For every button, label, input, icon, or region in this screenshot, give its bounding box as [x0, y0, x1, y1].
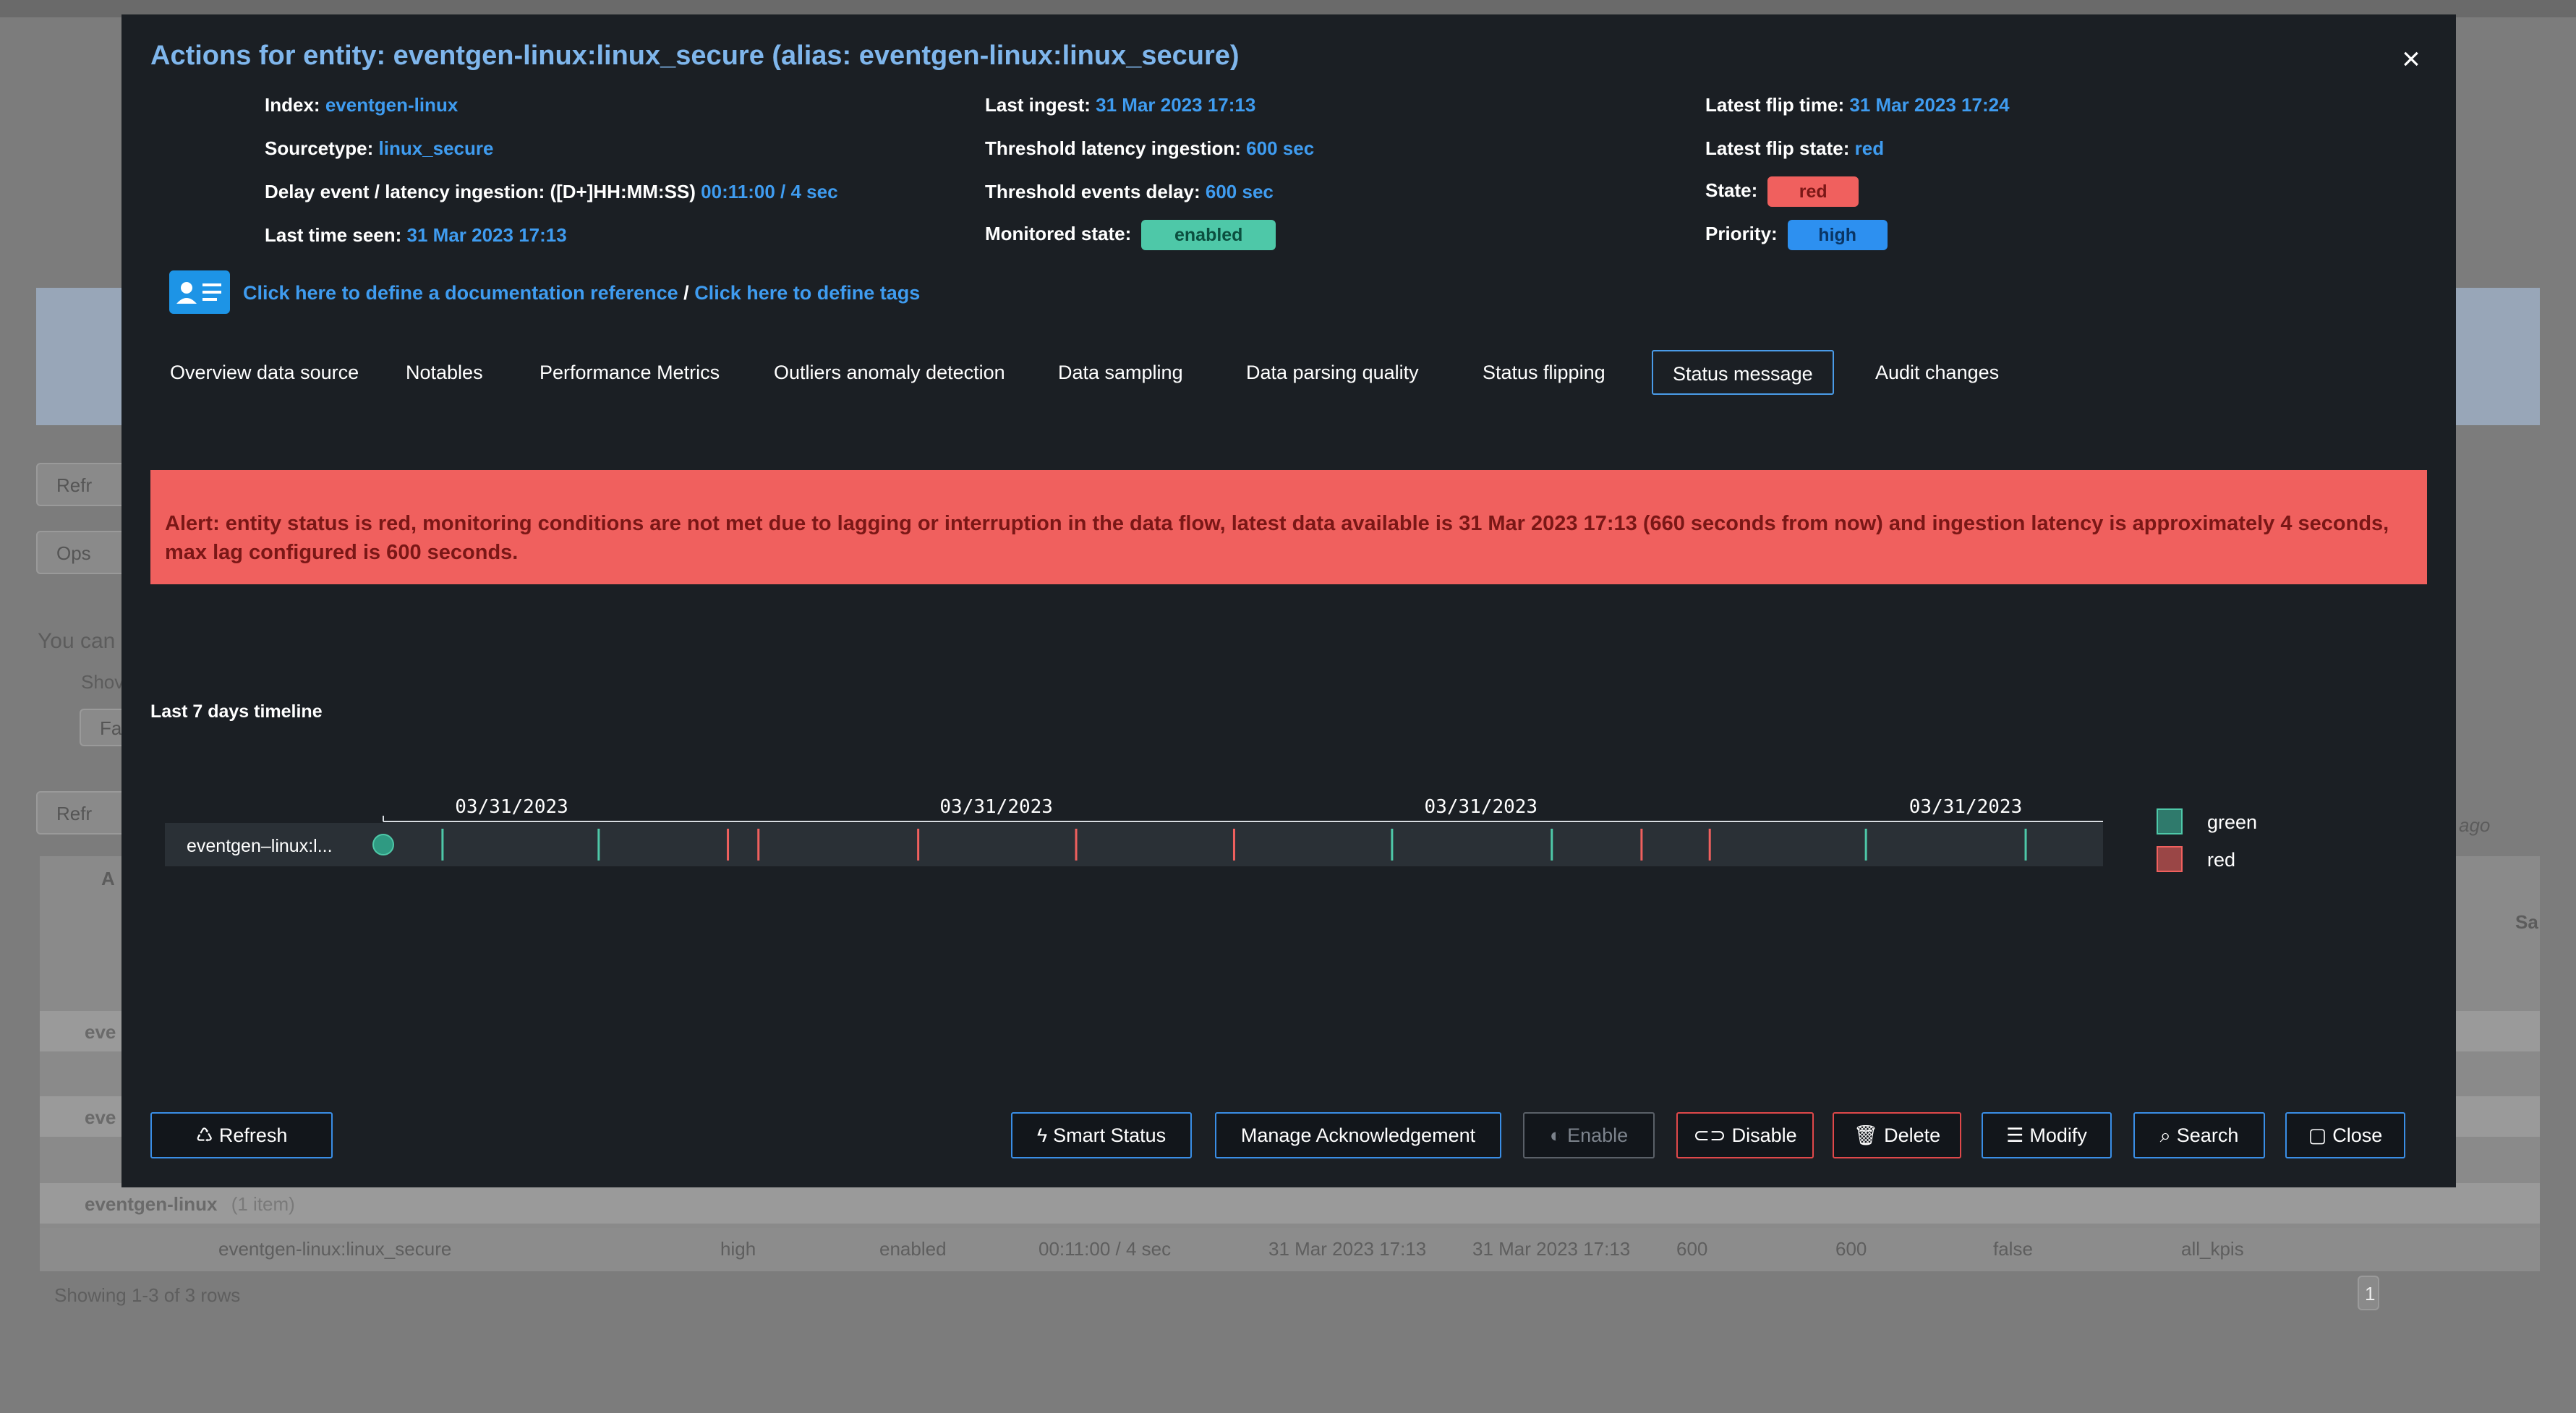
- lightning-icon: ϟ: [1036, 1124, 1048, 1146]
- tab-outliers-anomaly-detection[interactable]: Outliers anomaly detection: [754, 350, 1025, 395]
- background-cell: 31 Mar 2023 17:13: [1472, 1238, 1631, 1260]
- timeline-title: Last 7 days timeline: [150, 701, 323, 722]
- background-cell: high: [720, 1238, 756, 1260]
- timeline-start-marker: [372, 834, 394, 855]
- status-timeline-chart: 03/31/2023 03/31/2023 03/31/2023 03/31/2023…: [165, 796, 2103, 866]
- timeline-tick-label: 03/31/2023: [455, 796, 568, 818]
- background-text: You can: [38, 629, 116, 653]
- legend-label-red: red: [2207, 849, 2236, 871]
- background-cell: false: [1993, 1238, 2033, 1260]
- info-monitored-state: Monitored state: enabled: [985, 220, 1276, 250]
- timeline-row-label: eventgen–linux:l...: [187, 836, 333, 856]
- info-last-ingest: Last ingest: 31 Mar 2023 17:13: [985, 94, 1256, 116]
- tab-status-message[interactable]: Status message: [1652, 350, 1834, 395]
- background-cell: 31 Mar 2023 17:13: [1268, 1238, 1427, 1260]
- background-cell: 00:11:00 / 4 sec: [1038, 1238, 1172, 1260]
- delay-value[interactable]: 00:11:00 / 4 sec: [701, 181, 837, 202]
- tab-status-flipping[interactable]: Status flipping: [1463, 350, 1625, 395]
- background-col-header: Sa: [2515, 911, 2538, 933]
- background-footer: Showing 1-3 of 3 rows: [54, 1284, 241, 1306]
- background-col-header: A: [101, 868, 115, 889]
- info-latest-flip-time: Latest flip time: 31 Mar 2023 17:24: [1705, 94, 2010, 116]
- background-text: Shov: [81, 671, 124, 693]
- latest-flip-state-value: red: [1854, 137, 1885, 159]
- legend-swatch-green: [2157, 808, 2183, 834]
- info-last-time-seen: Last time seen: 31 Mar 2023 17:13: [265, 224, 567, 246]
- square-icon: ▢: [2308, 1124, 2327, 1146]
- toggle-icon: ◐: [1549, 1124, 1562, 1146]
- monitored-state-badge[interactable]: enabled: [1141, 220, 1276, 250]
- legend-swatch-red: [2157, 846, 2183, 872]
- enable-button[interactable]: ◐ Enable: [1523, 1112, 1655, 1158]
- manage-acknowledgement-button[interactable]: Manage Acknowledgement: [1215, 1112, 1501, 1158]
- timeline-tick-label: 03/31/2023: [1909, 796, 2023, 818]
- tab-notables[interactable]: Notables: [386, 350, 503, 395]
- close-button[interactable]: ▢ Close: [2285, 1112, 2405, 1158]
- disable-button[interactable]: ⊂⊃ Disable: [1676, 1112, 1814, 1158]
- latest-flip-time-value: 31 Mar 2023 17:24: [1849, 94, 2010, 116]
- status-alert: Alert: entity status is red, monitoring …: [150, 470, 2427, 584]
- background-cell: eventgen-linux:linux_secure: [218, 1238, 452, 1260]
- sourcetype-value[interactable]: linux_secure: [379, 137, 494, 159]
- background-refresh-button: Refr: [36, 463, 130, 506]
- trash-icon: 🗑: [1853, 1124, 1879, 1146]
- recycle-icon: ♺: [195, 1124, 213, 1146]
- entity-actions-modal: Actions for entity: eventgen-linux:linux…: [121, 14, 2456, 1187]
- info-delay: Delay event / latency ingestion: ([D+]HH…: [265, 181, 838, 202]
- background-group: eventgen-linux (1 item): [40, 1183, 2540, 1224]
- info-sourcetype: Sourcetype: linux_secure: [265, 137, 494, 159]
- background-text: ago: [2459, 814, 2491, 836]
- search-icon: ⌕: [2159, 1124, 2171, 1146]
- background-page-number: 1: [2358, 1276, 2379, 1310]
- close-icon[interactable]: ×: [2397, 43, 2426, 75]
- legend-item-red: red: [2157, 846, 2301, 875]
- priority-badge[interactable]: high: [1787, 220, 1888, 250]
- tab-data-sampling[interactable]: Data sampling: [1038, 350, 1203, 395]
- timeline-tick-label: 03/31/2023: [939, 796, 1053, 818]
- legend-item-green: green: [2157, 808, 2301, 837]
- threshold-delay-value[interactable]: 600 sec: [1206, 181, 1274, 202]
- info-threshold-delay: Threshold events delay: 600 sec: [985, 181, 1274, 202]
- info-index: Index: eventgen-linux: [265, 94, 459, 116]
- background-cell: 600: [1676, 1238, 1708, 1260]
- tab-performance-metrics[interactable]: Performance Metrics: [520, 350, 739, 395]
- state-badge: red: [1767, 176, 1859, 207]
- info-latest-flip-state: Latest flip state: red: [1705, 137, 1885, 159]
- background-cell: enabled: [879, 1238, 947, 1260]
- info-threshold-latency: Threshold latency ingestion: 600 sec: [985, 137, 1315, 159]
- background-ops-button: Ops: [36, 531, 130, 574]
- threshold-latency-value[interactable]: 600 sec: [1246, 137, 1314, 159]
- refresh-button[interactable]: ♺ Refresh: [150, 1112, 333, 1158]
- define-tags-link[interactable]: Click here to define tags: [694, 282, 920, 304]
- search-button[interactable]: ⌕ Search: [2133, 1112, 2265, 1158]
- info-state: State: red: [1705, 176, 1859, 207]
- background-refresh-button-2: Refr: [36, 791, 130, 834]
- index-value[interactable]: eventgen-linux: [325, 94, 458, 116]
- tab-audit-changes[interactable]: Audit changes: [1856, 350, 2018, 395]
- last-time-seen-value[interactable]: 31 Mar 2023 17:13: [407, 224, 567, 246]
- delete-button[interactable]: 🗑 Delete: [1833, 1112, 1961, 1158]
- modal-title: Actions for entity: eventgen-linux:linux…: [150, 40, 1240, 71]
- last-ingest-value[interactable]: 31 Mar 2023 17:13: [1096, 94, 1255, 116]
- tab-data-parsing-quality[interactable]: Data parsing quality: [1227, 350, 1438, 395]
- doc-links: Click here to define a documentation ref…: [243, 282, 921, 304]
- info-priority: Priority: high: [1705, 220, 1888, 250]
- tab-overview-data-source[interactable]: Overview data source: [150, 350, 378, 395]
- documentation-reference-link[interactable]: Click here to define a documentation ref…: [243, 282, 678, 304]
- timeline-row-background: [165, 823, 2103, 866]
- modify-button[interactable]: ☰ Modify: [1982, 1112, 2112, 1158]
- contact-card-icon: [169, 270, 230, 314]
- timeline-tick-label: 03/31/2023: [1425, 796, 1538, 818]
- smart-status-button[interactable]: ϟ Smart Status: [1011, 1112, 1192, 1158]
- toggle-icon: ⊂⊃: [1693, 1124, 1726, 1146]
- legend-label-green: green: [2207, 811, 2258, 833]
- sliders-icon: ☰: [2006, 1124, 2024, 1146]
- background-cell: all_kpis: [2181, 1238, 2244, 1260]
- background-cell: 600: [1835, 1238, 1867, 1260]
